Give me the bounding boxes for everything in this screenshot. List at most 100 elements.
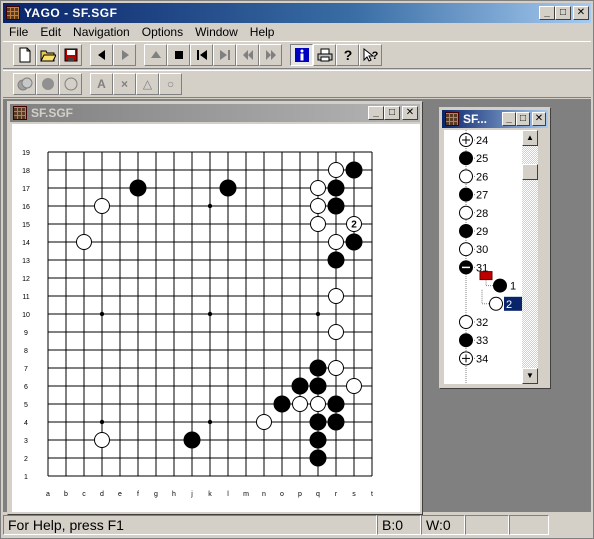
app-titlebar[interactable]: YAGO - SF.SGF _ □ ✕ — [3, 3, 591, 23]
black-move-node[interactable] — [459, 224, 473, 238]
black-stone[interactable] — [345, 233, 363, 251]
forward-button[interactable] — [113, 44, 136, 66]
star-point — [315, 311, 321, 317]
game-tree[interactable]: 242526272829303112323334 — [444, 130, 526, 384]
tree-close-button[interactable]: ✕ — [532, 112, 546, 126]
white-stone[interactable] — [94, 432, 110, 448]
black-stone[interactable] — [327, 413, 345, 431]
white-stone[interactable] — [94, 198, 110, 214]
white-stone[interactable] — [76, 234, 92, 250]
board-close-button[interactable]: ✕ — [402, 106, 418, 120]
up-button[interactable] — [144, 44, 167, 66]
app-window: YAGO - SF.SGF _ □ ✕ File Edit Navigation… — [0, 0, 594, 539]
white-stone[interactable] — [310, 198, 326, 214]
context-help-button[interactable]: ? — [359, 44, 382, 66]
black-stone[interactable] — [309, 413, 327, 431]
white-stone[interactable] — [328, 360, 344, 376]
scroll-up-button[interactable]: ▲ — [522, 130, 538, 146]
info-button[interactable] — [290, 44, 313, 66]
setup-white-button[interactable] — [59, 73, 82, 95]
tree-maximize-button[interactable]: □ — [516, 112, 530, 126]
white-move-node[interactable] — [459, 315, 473, 329]
status-white-captures-pane: W:0 — [421, 515, 465, 535]
tree-vertical-scrollbar[interactable]: ▲ ▼ — [522, 130, 538, 384]
move-number: 32 — [476, 317, 488, 329]
setup-both-button[interactable] — [13, 73, 36, 95]
black-stone[interactable] — [327, 197, 345, 215]
variation-folder-icon — [479, 271, 493, 281]
minimize-button[interactable]: _ — [539, 6, 555, 20]
white-stone[interactable] — [328, 234, 344, 250]
first-move-button[interactable] — [190, 44, 213, 66]
scroll-down-button[interactable]: ▼ — [522, 368, 538, 384]
open-file-button[interactable] — [36, 44, 59, 66]
close-button[interactable]: ✕ — [573, 6, 589, 20]
black-stone[interactable] — [219, 179, 237, 197]
white-stone[interactable] — [328, 288, 344, 304]
back-button[interactable] — [90, 44, 113, 66]
print-button[interactable] — [313, 44, 336, 66]
go-board[interactable]: 19 18 17 16 15 14 13 12 11 10 9 8 7 6 5 4 3 2 1 a b c d e f g h j k l… — [12, 124, 420, 512]
label-a-button[interactable]: A — [90, 73, 113, 95]
mark-circle-button[interactable]: ○ — [159, 73, 182, 95]
tree-window: SF... _ □ ✕ 24 25 26 27 28 29 30 31 1 2 32 33 34 ▲ ▼ — [439, 107, 551, 389]
save-file-button[interactable] — [59, 44, 82, 66]
tree-window-icon[interactable] — [445, 112, 459, 126]
black-stone[interactable] — [327, 179, 345, 197]
black-stone[interactable] — [183, 431, 201, 449]
white-stone[interactable] — [292, 396, 308, 412]
mark-cross-button[interactable]: × — [113, 73, 136, 95]
black-move-node[interactable] — [459, 333, 473, 348]
status-bar: For Help, press F1 B:0 W:0 — [3, 514, 591, 536]
menu-edit[interactable]: Edit — [34, 25, 67, 39]
white-stone[interactable] — [328, 162, 344, 178]
black-stone[interactable] — [345, 161, 363, 179]
black-stone[interactable] — [309, 377, 327, 395]
tree-window-titlebar[interactable]: SF... _ □ ✕ — [442, 110, 548, 128]
menu-help[interactable]: Help — [244, 25, 281, 39]
menu-window[interactable]: Window — [189, 25, 244, 39]
row-label: 15 — [22, 222, 30, 229]
board-maximize-button[interactable]: □ — [384, 106, 400, 120]
menu-file[interactable]: File — [3, 25, 34, 39]
white-stone[interactable] — [310, 180, 326, 196]
black-stone[interactable] — [309, 359, 327, 377]
black-stone[interactable] — [129, 179, 147, 197]
white-move-node[interactable] — [459, 205, 473, 220]
stop-button[interactable] — [167, 44, 190, 66]
black-stone[interactable] — [291, 377, 309, 395]
menu-options[interactable]: Options — [136, 25, 189, 39]
tree-minimize-button[interactable]: _ — [502, 112, 516, 126]
black-move-node[interactable] — [493, 278, 507, 293]
white-stone[interactable] — [310, 216, 326, 232]
white-stone[interactable] — [328, 324, 344, 340]
menu-navigation[interactable]: Navigation — [67, 25, 136, 39]
black-stone[interactable] — [327, 251, 345, 269]
white-stone[interactable] — [310, 396, 326, 412]
board-minimize-button[interactable]: _ — [368, 106, 384, 120]
setup-black-button[interactable] — [36, 73, 59, 95]
new-file-button[interactable] — [13, 44, 36, 66]
white-stone[interactable] — [256, 414, 272, 430]
white-move-node[interactable] — [489, 296, 503, 311]
last-move-button[interactable] — [213, 44, 236, 66]
white-move-node[interactable] — [459, 242, 473, 257]
move-number: 30 — [476, 244, 488, 256]
black-move-node[interactable] — [459, 187, 473, 202]
black-stone[interactable] — [327, 395, 345, 413]
black-stone[interactable] — [309, 449, 327, 467]
prev-variation-button[interactable] — [236, 44, 259, 66]
board-window-icon[interactable] — [13, 106, 27, 120]
white-stone[interactable] — [346, 378, 362, 394]
next-variation-button[interactable] — [259, 44, 282, 66]
white-move-node[interactable] — [459, 169, 473, 184]
black-stone[interactable] — [273, 395, 291, 413]
maximize-button[interactable]: □ — [555, 6, 571, 20]
scroll-thumb[interactable] — [522, 164, 538, 180]
black-stone[interactable] — [309, 431, 327, 449]
black-move-node[interactable] — [459, 151, 473, 166]
mark-triangle-button[interactable]: △ — [136, 73, 159, 95]
help-button[interactable]: ? — [336, 44, 359, 66]
board-window-titlebar[interactable]: SF.SGF _ □ ✕ — [10, 104, 420, 122]
yago-app-icon[interactable] — [6, 6, 20, 20]
